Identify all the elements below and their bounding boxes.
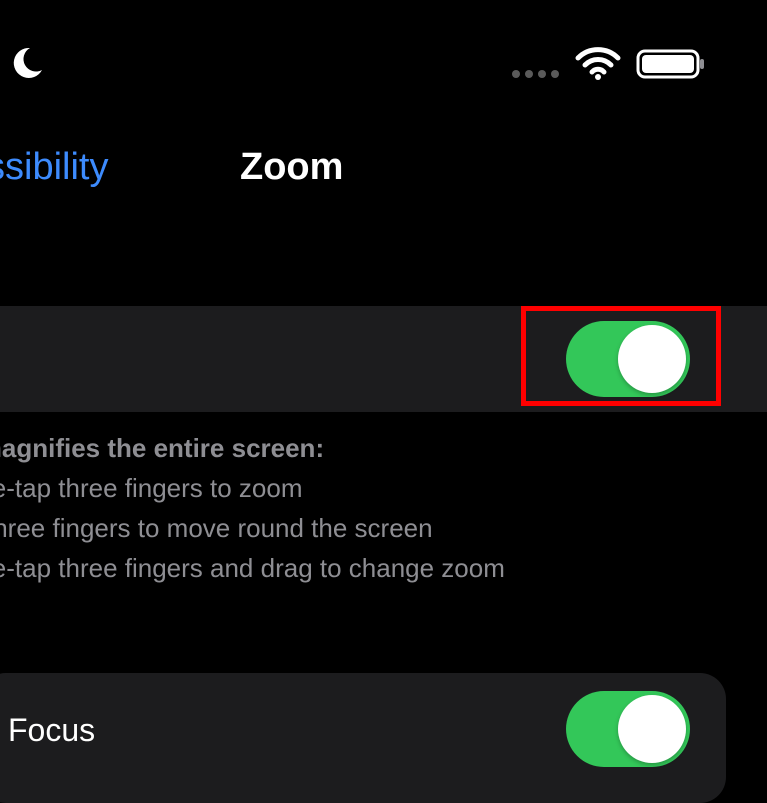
toggle-knob (618, 695, 686, 763)
page-title: Zoom (240, 146, 344, 188)
zoom-description: nagnifies the entire screen: le-tap thre… (0, 428, 746, 588)
description-line: le-tap three fingers to zoom (0, 473, 303, 503)
focus-toggle-switch[interactable] (566, 691, 690, 767)
focus-label: Focus (8, 712, 96, 748)
cellular-signal-icon (512, 70, 562, 78)
description-line: three fingers to move round the screen (0, 513, 433, 543)
highlight-box (521, 306, 721, 406)
description-line: le-tap three fingers and drag to change … (0, 553, 505, 583)
crescent-moon-icon (13, 47, 43, 78)
battery-icon (636, 49, 704, 79)
back-button[interactable]: ssibility (0, 144, 108, 190)
description-heading: nagnifies the entire screen: (0, 433, 325, 463)
wifi-icon (575, 47, 621, 80)
